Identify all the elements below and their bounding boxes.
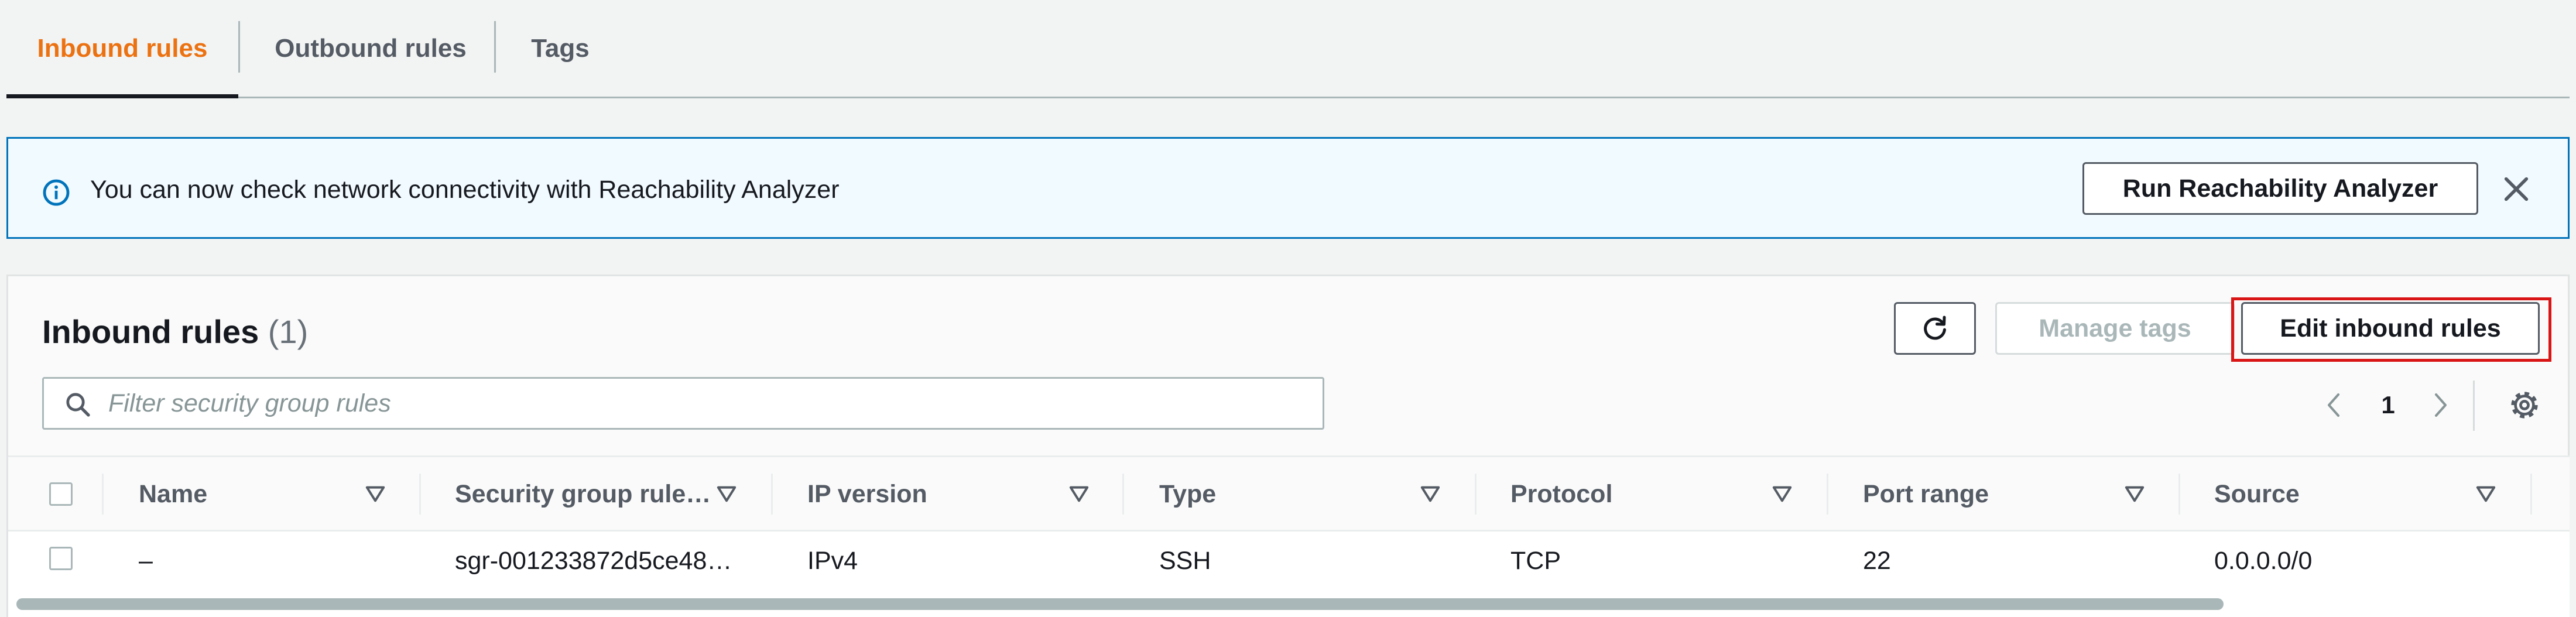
column-header-port-range[interactable]: Port range [1863, 457, 1989, 532]
search-icon [66, 393, 90, 417]
column-divider [102, 474, 104, 515]
close-icon[interactable] [2501, 174, 2532, 204]
column-header-source[interactable]: Source [2214, 457, 2300, 532]
tab-tags[interactable]: Tags [496, 0, 625, 97]
tab-outbound-rules[interactable]: Outbound rules [240, 0, 501, 97]
sort-icon[interactable] [1420, 485, 1440, 503]
active-tab-indicator [6, 94, 238, 98]
column-divider [771, 474, 773, 515]
column-header-name[interactable]: Name [139, 457, 207, 532]
gear-icon[interactable] [2508, 389, 2541, 421]
column-divider [1827, 474, 1828, 515]
section-title: Inbound rules (1) [42, 311, 308, 352]
column-divider [2530, 474, 2532, 515]
table-body: – sgr-001233872d5ce48… IPv4 SSH TCP 22 0… [8, 532, 2570, 590]
tab-label: Tags [531, 33, 590, 63]
tab-label: Outbound rules [275, 33, 467, 63]
sort-icon[interactable] [717, 485, 737, 503]
info-banner: You can now check network connectivity w… [6, 137, 2570, 239]
scrollbar-thumb[interactable] [16, 598, 2224, 610]
column-header-ip-version[interactable]: IP version [807, 457, 927, 532]
sort-icon[interactable] [2476, 485, 2496, 503]
cell-port-range: 22 [1863, 546, 1891, 575]
tab-bar: Inbound rules Outbound rules Tags [6, 0, 2570, 98]
select-all-checkbox[interactable] [49, 482, 73, 506]
info-icon [43, 179, 70, 206]
current-page[interactable]: 1 [2376, 388, 2400, 423]
pager-divider [2473, 381, 2475, 431]
column-header-security-group-rule-id[interactable]: Security group rule… [455, 457, 711, 532]
refresh-icon [1924, 316, 1946, 340]
row-checkbox[interactable] [49, 547, 73, 570]
cell-name: – [139, 546, 153, 575]
column-header-type[interactable]: Type [1159, 457, 1216, 532]
inbound-rules-panel: Inbound rules (1) Manage tags Edit inbou… [6, 275, 2570, 617]
cell-protocol: TCP [1510, 546, 1561, 575]
chevron-left-icon[interactable] [2321, 391, 2347, 419]
cell-source: 0.0.0.0/0 [2214, 546, 2313, 575]
horizontal-scrollbar[interactable] [8, 590, 2570, 617]
banner-message: You can now check network connectivity w… [90, 176, 840, 204]
sort-icon[interactable] [1069, 485, 1089, 503]
sort-icon[interactable] [1772, 485, 1792, 503]
cell-ip-version: IPv4 [807, 546, 858, 575]
table-header: Name Security group rule… IP version Typ… [8, 455, 2570, 532]
column-divider [419, 474, 421, 515]
edit-inbound-rules-button[interactable]: Edit inbound rules [2241, 302, 2540, 355]
filter-input[interactable] [108, 379, 1314, 428]
column-header-protocol[interactable]: Protocol [1510, 457, 1612, 532]
cell-rule-id[interactable]: sgr-001233872d5ce48… [455, 532, 732, 590]
filter-field[interactable] [42, 377, 1324, 430]
rule-count: (1) [268, 313, 309, 350]
sort-icon[interactable] [365, 485, 385, 503]
cell-type: SSH [1159, 546, 1211, 575]
column-divider [1475, 474, 1477, 515]
sort-icon[interactable] [2125, 485, 2145, 503]
tab-label: Inbound rules [37, 33, 208, 63]
column-divider [2178, 474, 2180, 515]
section-title-text: Inbound rules [42, 313, 259, 350]
chevron-right-icon[interactable] [2428, 391, 2454, 419]
manage-tags-button[interactable]: Manage tags [1995, 302, 2235, 355]
run-reachability-analyzer-button[interactable]: Run Reachability Analyzer [2082, 162, 2478, 215]
refresh-button[interactable] [1894, 302, 1976, 355]
column-divider [1122, 474, 1124, 515]
tab-inbound-rules[interactable]: Inbound rules [6, 0, 238, 98]
